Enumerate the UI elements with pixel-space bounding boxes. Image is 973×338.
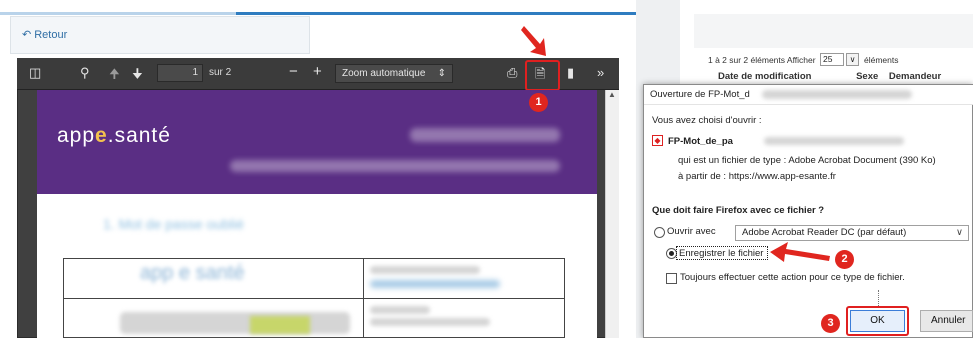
pdf-logo-e: e xyxy=(95,124,108,147)
open-with-label[interactable]: Ouvrir avec xyxy=(667,226,716,237)
zoom-out-button[interactable]: − xyxy=(289,63,298,80)
page-total: sur 2 xyxy=(209,67,232,78)
open-with-select[interactable]: Adobe Acrobat Reader DC (par défaut) ∨ xyxy=(735,225,969,241)
pdf-cell-blurred xyxy=(370,266,480,274)
chevron-down-icon: ∨ xyxy=(956,227,963,238)
zoom-in-button[interactable]: + xyxy=(313,63,322,80)
list-info-text: 1 à 2 sur 2 éléments Afficher xyxy=(708,55,816,65)
dialog-intro: Vous avez choisi d'ouvrir : xyxy=(652,115,762,126)
table-header-row: Date de modification Sexe Demandeur xyxy=(718,71,941,82)
annotation-arrow-1 xyxy=(521,26,546,56)
always-label[interactable]: Toujours effectuer cette action pour ce … xyxy=(680,272,905,283)
column-header[interactable]: Date de modification xyxy=(718,71,811,82)
pdf-scrollbar[interactable] xyxy=(605,90,619,338)
scroll-up-icon[interactable]: ▲ xyxy=(605,90,619,102)
step-badge-1: 1 xyxy=(529,93,548,112)
elements-label: éléments xyxy=(864,55,899,65)
step-badge-2: 2 xyxy=(835,250,854,269)
download-highlight xyxy=(525,60,560,91)
zoom-select[interactable]: Zoom automatique ⇕ xyxy=(335,64,453,83)
pdf-section-heading: 1. Mot de passe oublié xyxy=(103,216,244,232)
save-file-label[interactable]: Enregistrer le fichier xyxy=(679,248,763,259)
tools-icon[interactable]: » xyxy=(597,65,604,80)
dialog-title: Ouverture de FP-Mot_d xyxy=(650,89,750,100)
column-header[interactable]: Demandeur xyxy=(889,71,941,82)
pdf-cell-blurred xyxy=(370,318,490,326)
back-link[interactable]: ↶ Retour xyxy=(22,28,67,41)
pdf-logo: appe.santé xyxy=(57,124,171,148)
page-size-select[interactable]: 25 xyxy=(820,53,844,66)
back-arrow-icon: ↶ xyxy=(22,29,32,41)
dialog-question: Que doit faire Firefox avec ce fichier ? xyxy=(652,205,825,216)
background-header-box xyxy=(694,14,973,48)
page-number-input[interactable]: 1 xyxy=(157,64,203,82)
cancel-button[interactable]: Annuler xyxy=(920,310,973,332)
pdf-cell-blurred xyxy=(370,280,500,288)
annotation-arrow-2 xyxy=(770,242,830,262)
pdf-button-blurred xyxy=(250,316,310,334)
dialog-filename-blurred xyxy=(764,137,904,145)
pdf-cell-blurred xyxy=(370,306,430,314)
pdf-file-icon: ◆ xyxy=(652,135,663,146)
open-with-app: Adobe Acrobat Reader DC (par défaut) xyxy=(742,227,907,238)
step-badge-3: 3 xyxy=(821,314,840,333)
updown-icon: ⇕ xyxy=(437,68,446,79)
pdf-screenshot-blurred xyxy=(120,312,350,334)
dialog-title-blurred xyxy=(762,90,912,99)
pdf-logo-text: app xyxy=(57,124,96,147)
column-header[interactable]: Sexe xyxy=(856,71,878,82)
ok-button[interactable]: OK xyxy=(850,310,905,332)
chevron-down-icon[interactable]: ∨ xyxy=(846,53,859,66)
search-icon[interactable]: ⚲ xyxy=(80,65,90,81)
always-checkbox[interactable] xyxy=(666,273,677,284)
open-with-radio[interactable] xyxy=(654,227,665,238)
pdf-header-subtitle-blurred xyxy=(230,160,560,172)
arrow-up-icon[interactable]: 🠉 xyxy=(109,65,120,87)
dialog-source: à partir de : https://www.app-esante.fr xyxy=(678,171,836,182)
bookmark-icon[interactable]: ▮ xyxy=(567,65,574,81)
top-accent-bar-light xyxy=(0,12,236,15)
back-link-label: Retour xyxy=(34,29,68,41)
pdf-table-divider xyxy=(63,298,565,299)
pdf-table-logo: app e santé xyxy=(140,262,245,284)
dialog-file-type: qui est un fichier de type : Adobe Acrob… xyxy=(678,155,936,166)
pdf-toolbar: ◫ ⚲ 🠉 🠋 1 sur 2 − + Zoom automatique ⇕ ⎙… xyxy=(17,58,619,91)
pdf-header-title-blurred xyxy=(410,128,560,142)
zoom-select-value: Zoom automatique xyxy=(342,68,426,79)
sidebar-toggle-icon[interactable]: ◫ xyxy=(29,65,41,81)
print-icon[interactable]: ⎙ xyxy=(507,65,517,81)
pdf-logo-rest: .santé xyxy=(107,124,171,147)
arrow-down-icon[interactable]: 🠋 xyxy=(132,65,143,87)
dialog-filename: FP-Mot_de_pa xyxy=(668,136,733,147)
